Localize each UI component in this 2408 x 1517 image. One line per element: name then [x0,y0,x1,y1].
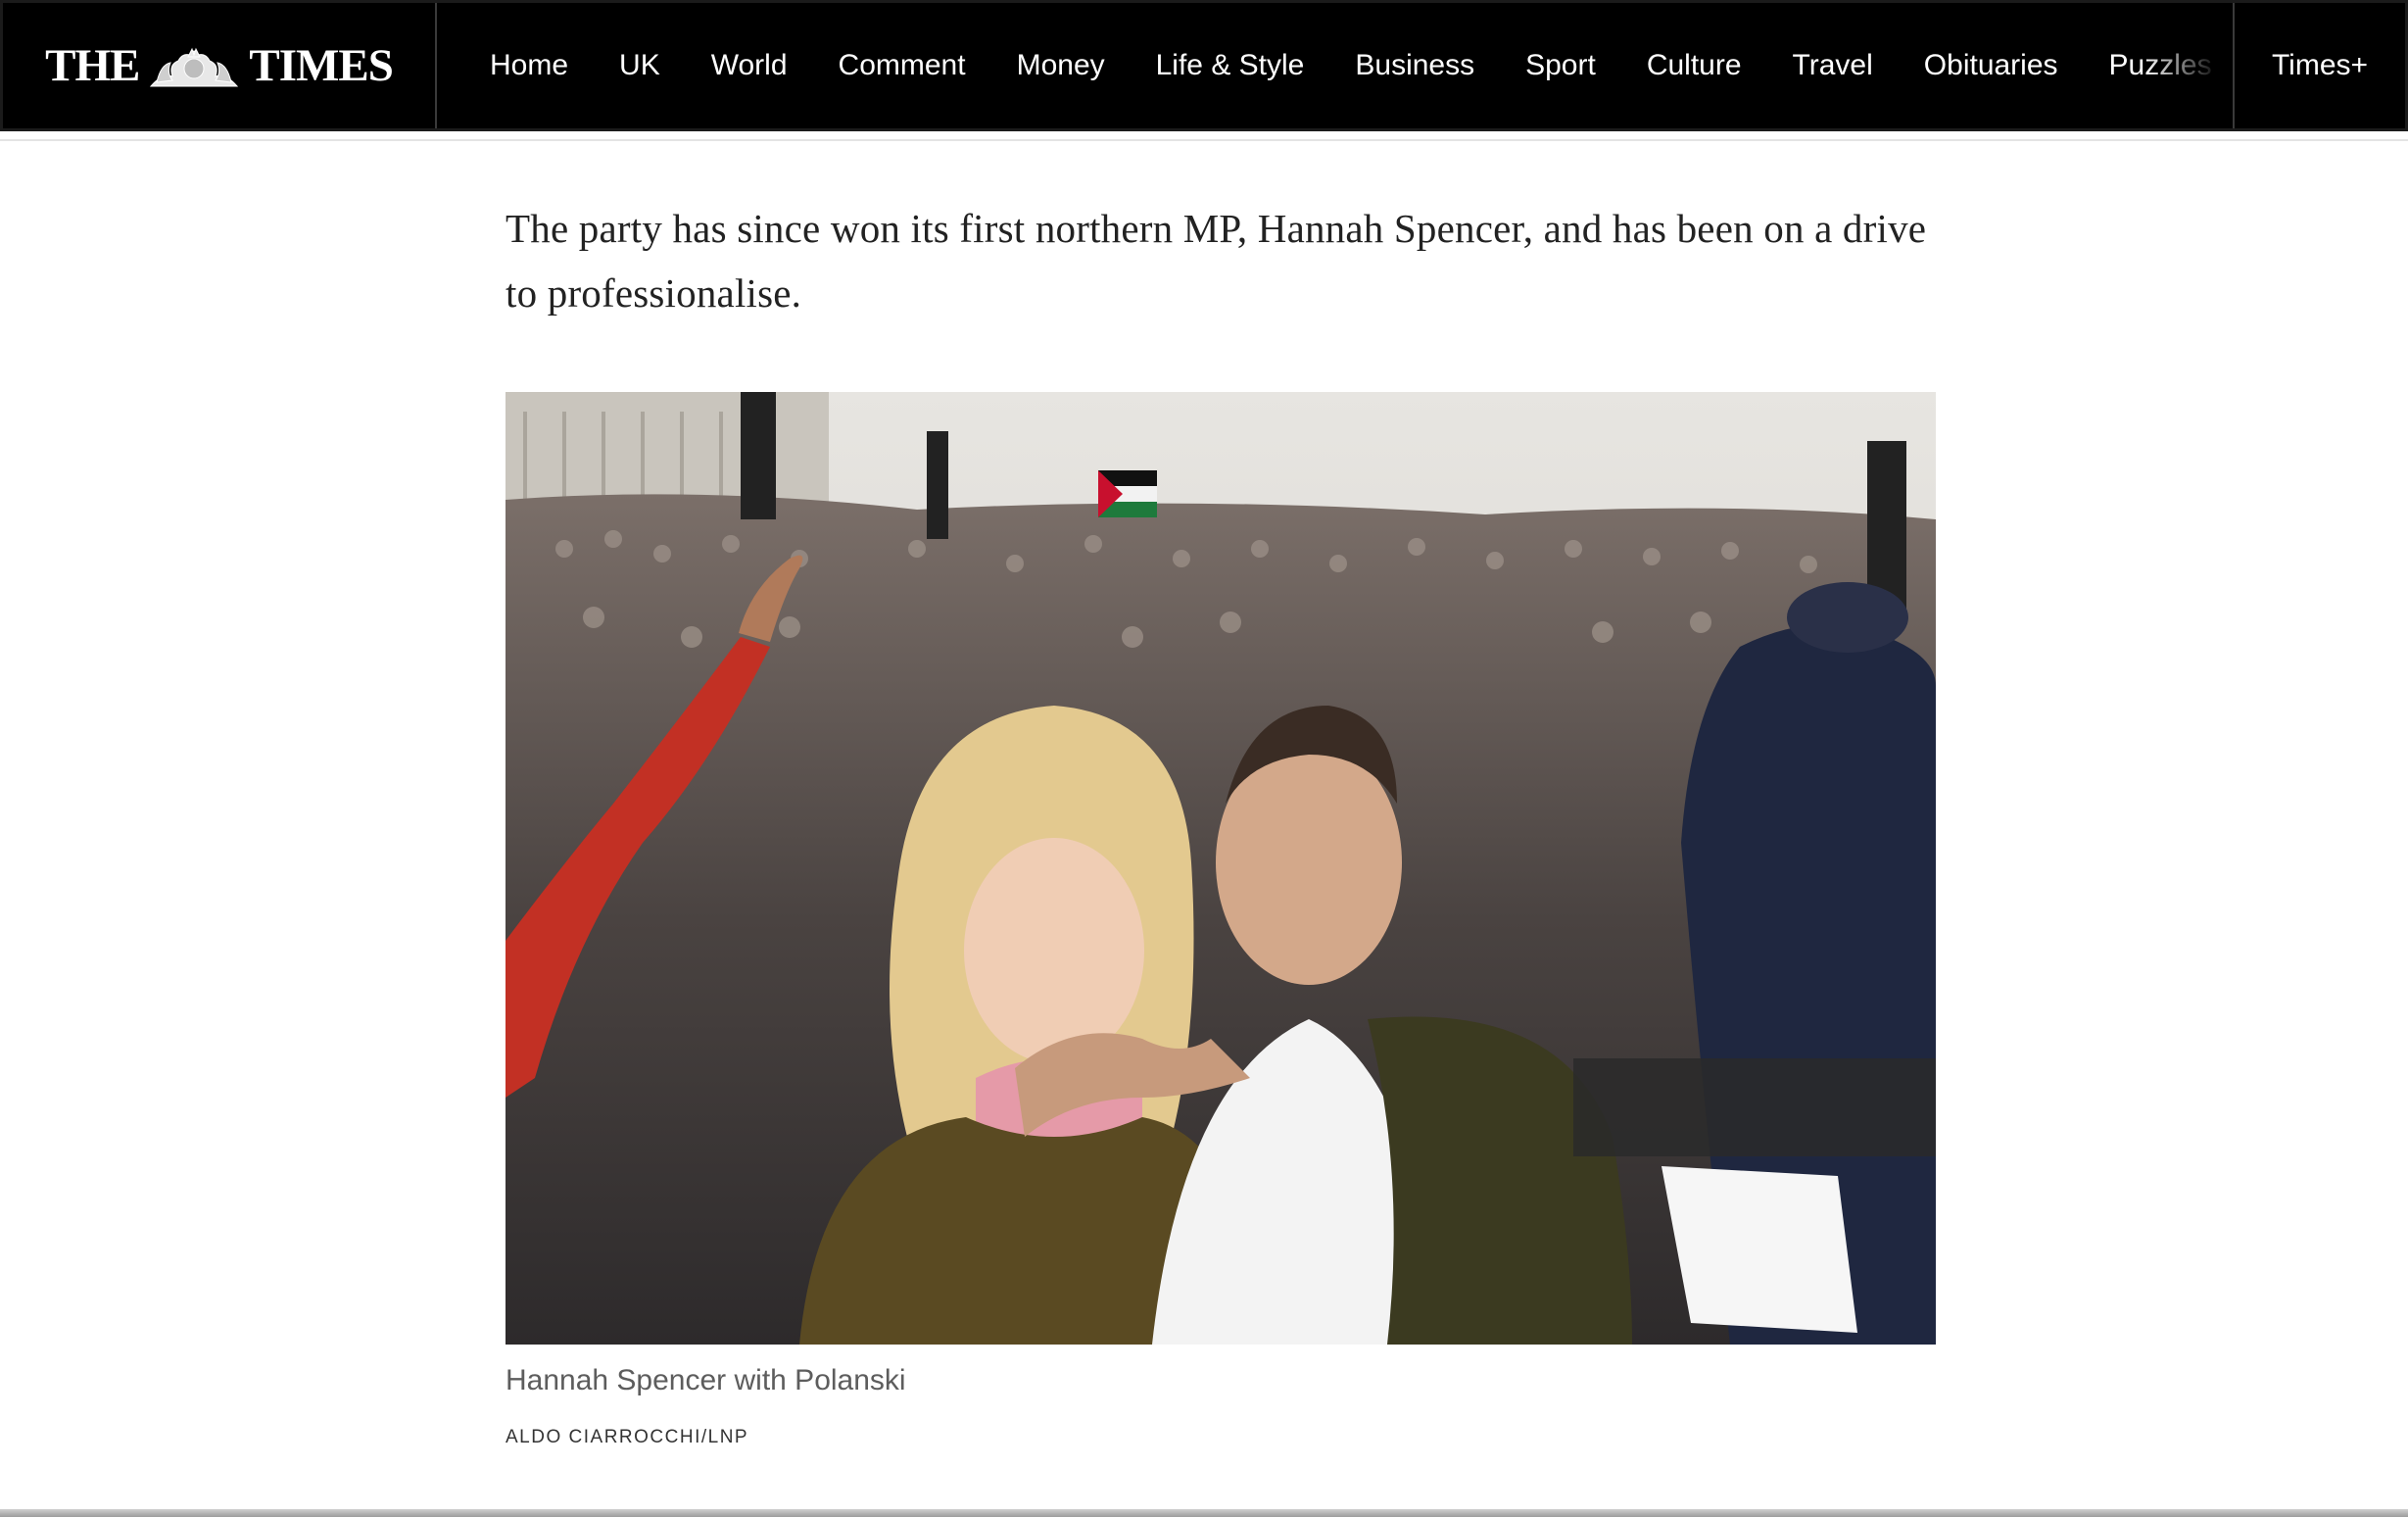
photo-credit: ALDO CIARROCCHI/LNP [506,1427,749,1447]
times-plus-link[interactable]: Times+ [2233,3,2405,128]
nav-item-uk[interactable]: UK [594,49,686,82]
nav-item-life-style[interactable]: Life & Style [1131,49,1330,82]
top-navigation-bar: THE TIMES Home UK World Comment Money Li… [0,0,2408,131]
nav-item-sport[interactable]: Sport [1500,49,1621,82]
nav-item-home[interactable]: Home [464,49,594,82]
section-nav: Home UK World Comment Money Life & Style… [437,3,2233,128]
rally-photo-illustration [506,392,1936,1345]
nav-item-world[interactable]: World [686,49,813,82]
nav-item-obituaries[interactable]: Obituaries [1899,49,2084,82]
article-body: The party has since won its first northe… [506,196,1936,325]
article-photo [506,392,1936,1345]
masthead-logo-link[interactable]: THE TIMES [3,3,437,128]
viewport-bottom-edge [0,1509,2408,1517]
nav-item-travel[interactable]: Travel [1767,49,1899,82]
photo-caption: Hannah Spencer with Polanski [506,1364,906,1396]
article-paragraph: The party has since won its first northe… [506,206,1927,316]
nav-item-business[interactable]: Business [1329,49,1500,82]
nav-item-money[interactable]: Money [991,49,1131,82]
logo-word-the: THE [45,40,140,91]
logo-word-times: TIMES [249,40,393,91]
masthead-logo: THE TIMES [45,39,394,92]
royal-crest-icon [150,47,239,87]
nav-divider [0,139,2408,141]
nav-item-comment[interactable]: Comment [813,49,991,82]
nav-overflow-fade [2144,3,2233,128]
nav-item-culture[interactable]: Culture [1621,49,1767,82]
